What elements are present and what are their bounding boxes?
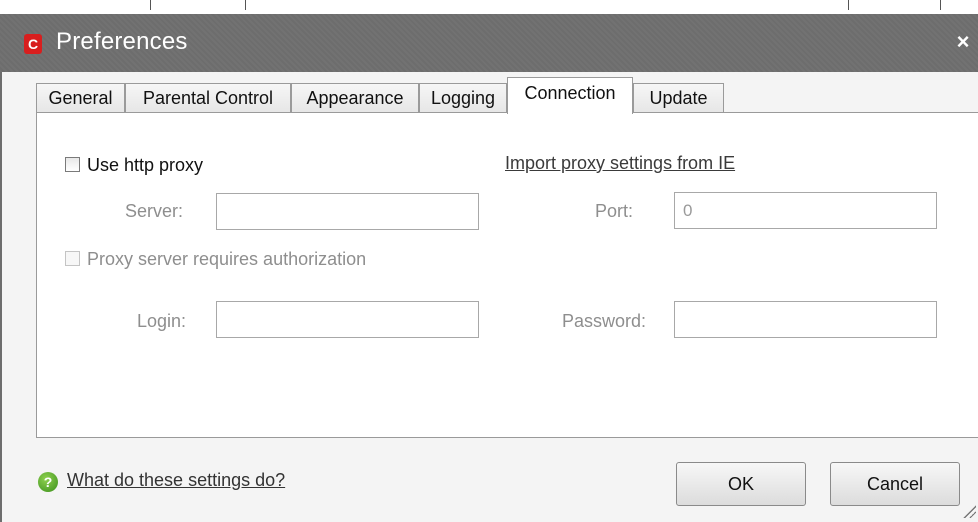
tab-bar: General Parental Control Appearance Logg… [36, 77, 736, 114]
tab-general[interactable]: General [36, 83, 125, 113]
resize-grip-icon[interactable] [962, 504, 976, 518]
background-tick [150, 0, 151, 10]
help-link[interactable]: What do these settings do? [67, 470, 285, 491]
auth-checkbox[interactable] [65, 251, 80, 266]
app-logo-icon: C [24, 34, 42, 54]
question-icon: ? [38, 472, 58, 492]
server-label: Server: [125, 201, 184, 221]
login-input[interactable] [216, 301, 479, 338]
background-tick [245, 0, 246, 10]
tab-logging[interactable]: Logging [419, 83, 507, 113]
tab-connection[interactable]: Connection [507, 77, 633, 114]
tab-appearance[interactable]: Appearance [291, 83, 419, 113]
window-title: Preferences [56, 28, 188, 55]
use-proxy-checkbox[interactable] [65, 157, 80, 172]
import-proxy-link[interactable]: Import proxy settings from IE [505, 153, 735, 174]
dialog-border [0, 72, 2, 522]
port-label: Port: [595, 201, 634, 221]
connection-panel: Use http proxy Import proxy settings fro… [36, 112, 978, 438]
password-input[interactable] [674, 301, 937, 338]
tab-update[interactable]: Update [633, 83, 724, 113]
cancel-button[interactable]: Cancel [830, 462, 960, 506]
server-input[interactable] [216, 193, 479, 230]
login-label: Login: [137, 311, 187, 331]
title-bar[interactable]: C Preferences × [0, 14, 978, 72]
use-proxy-label: Use http proxy [87, 155, 204, 175]
background-tick [848, 0, 849, 10]
auth-label: Proxy server requires authorization [87, 249, 367, 269]
close-button[interactable]: × [952, 28, 974, 56]
background-strip [0, 0, 978, 14]
ok-button[interactable]: OK [676, 462, 806, 506]
background-tick [940, 0, 941, 10]
port-input[interactable] [674, 192, 937, 229]
password-label: Password: [562, 311, 647, 331]
tab-parental-control[interactable]: Parental Control [125, 83, 291, 113]
